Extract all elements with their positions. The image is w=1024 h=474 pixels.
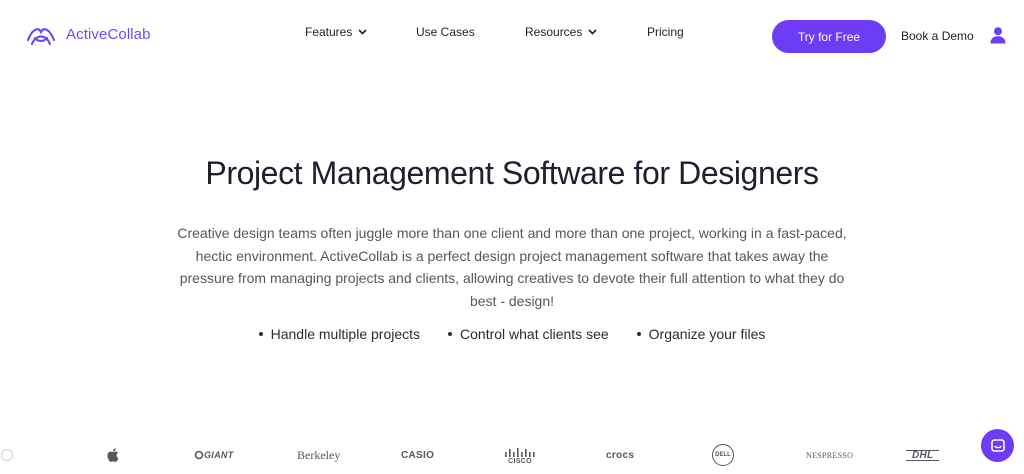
site-header: ActiveCollab Features Use Cases Resource… (0, 0, 1024, 70)
giant-logo: GIANT (194, 446, 234, 464)
apple-icon (107, 448, 119, 462)
bullet-text: Control what clients see (460, 326, 609, 342)
nespresso-text: NESPRESSO (806, 450, 854, 460)
book-a-demo-link[interactable]: Book a Demo (901, 29, 974, 43)
nav-pricing[interactable]: Pricing (647, 25, 684, 39)
cisco-text: CISCO (508, 457, 532, 465)
dell-ring-icon: DELL (712, 444, 734, 466)
chevron-down-icon (358, 29, 367, 35)
casio-logo: CASIO (401, 446, 434, 464)
cisco-logo: CISCO (504, 444, 536, 468)
bullet-item: Handle multiple projects (258, 326, 421, 342)
chevron-down-icon (588, 29, 597, 35)
apple-logo (106, 446, 120, 464)
nav-features-label: Features (305, 25, 353, 39)
nav-pricing-label: Pricing (647, 25, 684, 39)
feature-bullets: Handle multiple projects Control what cl… (0, 326, 1024, 342)
try-for-free-button[interactable]: Try for Free (772, 20, 886, 53)
berkeley-text: Berkeley (297, 447, 341, 462)
bullet-text: Handle multiple projects (270, 326, 421, 342)
crocs-logo: crocs (606, 446, 634, 464)
bullet-dot-icon (258, 332, 263, 336)
cisco-bars-icon (505, 447, 535, 457)
dell-text: DELL (715, 452, 731, 458)
nav-features[interactable]: Features (305, 25, 367, 39)
bullet-dot-icon (636, 332, 641, 336)
nav-resources-label: Resources (525, 25, 583, 39)
casio-text: CASIO (401, 449, 435, 461)
giant-mark-icon (194, 450, 204, 460)
nav-use-cases[interactable]: Use Cases (416, 25, 475, 39)
giant-text: GIANT (204, 450, 234, 460)
dell-logo: DELL (712, 443, 734, 467)
berkeley-logo: Berkeley (297, 446, 340, 464)
bullet-dot-icon (448, 332, 453, 336)
nespresso-logo: NESPRESSO (806, 446, 853, 464)
bullet-text: Organize your files (648, 326, 766, 342)
dhl-logo: DHL (906, 446, 940, 464)
chat-icon (990, 438, 1005, 452)
user-icon[interactable] (989, 26, 1007, 44)
nav-resources[interactable]: Resources (525, 25, 597, 39)
chat-button[interactable] (981, 429, 1014, 462)
hero-description: Creative design teams often juggle more … (177, 225, 847, 309)
dhl-text: DHL (906, 449, 940, 461)
page-title: Project Management Software for Designer… (205, 155, 819, 191)
nav-use-cases-label: Use Cases (416, 25, 475, 39)
crocs-text: crocs (606, 449, 635, 461)
bullet-item: Control what clients see (448, 326, 609, 342)
customer-logos: GIANT Berkeley CASIO CISCO crocs DELL NE… (0, 440, 1024, 470)
bullet-item: Organize your files (636, 326, 766, 342)
